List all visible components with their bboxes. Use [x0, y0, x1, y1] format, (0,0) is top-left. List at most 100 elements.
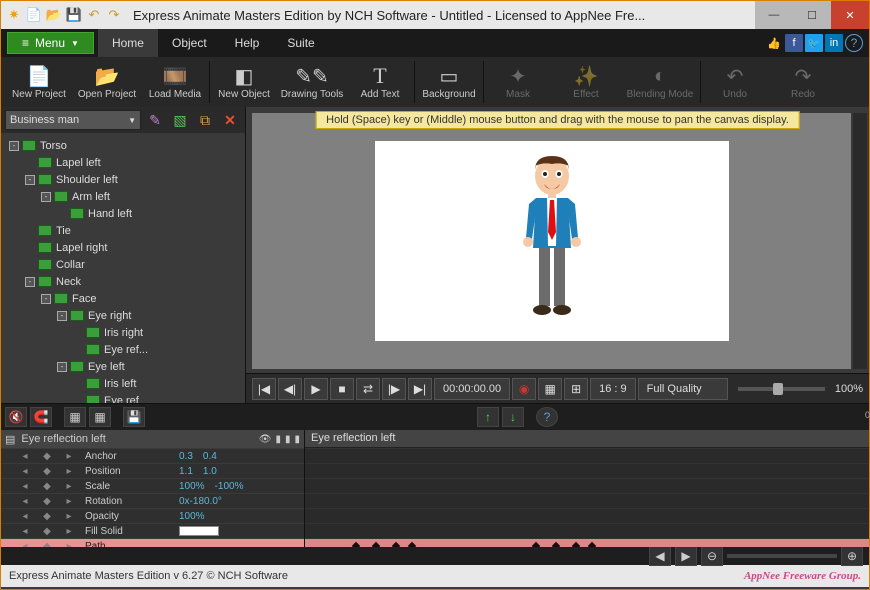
tl-moveup-icon[interactable]: ↑: [477, 407, 499, 427]
add-key-icon[interactable]: ◆: [41, 511, 53, 522]
grid-toggle[interactable]: ▦: [538, 378, 562, 400]
timeline-layer-header[interactable]: ▤ Eye reflection left 👁 ▮ ▮ ▮: [1, 430, 304, 448]
tree-toggle[interactable]: -: [9, 141, 19, 151]
timecode[interactable]: 00:00:00.00: [434, 378, 510, 400]
tl-color1-icon[interactable]: ▦: [64, 407, 86, 427]
window-minimize[interactable]: —: [755, 1, 793, 29]
prop-row[interactable]: ◂◆▸Rotation0x-180.0°: [1, 493, 304, 508]
tl-mute-icon[interactable]: 🔇: [5, 407, 27, 427]
tree-item[interactable]: -Eye right: [3, 307, 243, 324]
prop-value[interactable]: 1.0: [203, 466, 217, 477]
canvas[interactable]: [375, 141, 729, 341]
track-header[interactable]: Eye reflection left: [305, 430, 869, 448]
tree-toggle[interactable]: -: [25, 175, 35, 185]
next-key-icon[interactable]: ▸: [63, 481, 75, 492]
fill-swatch[interactable]: [179, 526, 219, 536]
menutab-home[interactable]: Home: [98, 29, 158, 57]
tree-item[interactable]: -Face: [3, 290, 243, 307]
tool-new-object[interactable]: ◧New Object: [210, 57, 278, 107]
layer-tree[interactable]: -TorsoLapel left-Shoulder left-Arm leftH…: [1, 133, 245, 403]
next-key-icon[interactable]: ▸: [63, 496, 75, 507]
prop-row[interactable]: ◂◆▸Anchor0.30.4: [1, 448, 304, 463]
goto-start-button[interactable]: |◀: [252, 378, 276, 400]
tree-toggle[interactable]: -: [41, 192, 51, 202]
tl-movedown-icon[interactable]: ↓: [502, 407, 524, 427]
tool-load-media[interactable]: 🎞️Load Media: [141, 57, 209, 107]
tool-new-project[interactable]: 📄New Project: [5, 57, 73, 107]
tree-toggle[interactable]: -: [25, 277, 35, 287]
add-key-icon[interactable]: ◆: [41, 451, 53, 462]
tree-item[interactable]: Lapel right: [3, 239, 243, 256]
qa-new-icon[interactable]: 📄: [25, 6, 43, 24]
prev-key-icon[interactable]: ◂: [19, 496, 31, 507]
lock-icon[interactable]: ▮: [275, 434, 281, 445]
add-key-icon[interactable]: ◆: [41, 481, 53, 492]
prop-value[interactable]: 100%: [179, 481, 205, 492]
tl-scroll-right[interactable]: ▶: [675, 546, 697, 566]
next-key-icon[interactable]: ▸: [63, 511, 75, 522]
shy-icon[interactable]: ▮: [294, 434, 300, 445]
tree-item[interactable]: Hand left: [3, 205, 243, 222]
tl-snap-icon[interactable]: 🧲: [30, 407, 52, 427]
prop-value[interactable]: 100%: [179, 511, 205, 522]
tl-color2-icon[interactable]: ▦: [89, 407, 111, 427]
stop-button[interactable]: ■: [330, 378, 354, 400]
prev-key-icon[interactable]: ◂: [19, 511, 31, 522]
prev-key-icon[interactable]: ◂: [19, 526, 31, 537]
window-close[interactable]: ✕: [831, 1, 869, 29]
safe-zone-toggle[interactable]: ⊞: [564, 378, 588, 400]
prev-key-icon[interactable]: ◂: [19, 451, 31, 462]
tl-scroll-left[interactable]: ◀: [649, 546, 671, 566]
menutab-object[interactable]: Object: [158, 29, 221, 57]
step-back-button[interactable]: ◀|: [278, 378, 302, 400]
sidebar-tool1-icon[interactable]: ✎: [144, 110, 166, 130]
qa-undo-icon[interactable]: ↶: [85, 6, 103, 24]
next-key-icon[interactable]: ▸: [63, 451, 75, 462]
sidebar-delete-icon[interactable]: ✕: [219, 110, 241, 130]
quality-dropdown[interactable]: Full Quality: [638, 378, 728, 400]
tree-item[interactable]: -Neck: [3, 273, 243, 290]
canvas-scroll-v[interactable]: [853, 113, 867, 369]
qa-save-icon[interactable]: 💾: [65, 6, 83, 24]
tree-item[interactable]: -Eye left: [3, 358, 243, 375]
tree-item[interactable]: Eye ref: [3, 392, 243, 403]
twitter-icon[interactable]: 🐦: [805, 34, 823, 52]
goto-end-button[interactable]: ▶|: [408, 378, 432, 400]
tl-help-icon[interactable]: ?: [536, 407, 558, 427]
tl-zoom-in-icon[interactable]: ⊕: [841, 546, 863, 566]
qa-redo-icon[interactable]: ↷: [105, 6, 123, 24]
add-key-icon[interactable]: ◆: [41, 526, 53, 537]
step-fwd-button[interactable]: |▶: [382, 378, 406, 400]
help-icon[interactable]: ?: [845, 34, 863, 52]
record-button[interactable]: ◉: [512, 378, 536, 400]
aspect-ratio[interactable]: 16 : 9: [590, 378, 636, 400]
tree-item[interactable]: -Arm left: [3, 188, 243, 205]
linkedin-icon[interactable]: in: [825, 34, 843, 52]
tree-item[interactable]: Iris right: [3, 324, 243, 341]
tl-save-icon[interactable]: 💾: [123, 407, 145, 427]
prop-value[interactable]: -100%: [215, 481, 244, 492]
prop-value[interactable]: 0.4: [203, 451, 217, 462]
prop-value[interactable]: 0.3: [179, 451, 193, 462]
prop-row[interactable]: ◂◆▸Path: [1, 538, 304, 547]
tl-zoom-slider[interactable]: [727, 554, 837, 558]
prev-key-icon[interactable]: ◂: [19, 466, 31, 477]
play-button[interactable]: ▶: [304, 378, 328, 400]
tree-item[interactable]: Collar: [3, 256, 243, 273]
prev-key-icon[interactable]: ◂: [19, 481, 31, 492]
tree-toggle[interactable]: -: [57, 362, 67, 372]
tree-item[interactable]: Eye ref...: [3, 341, 243, 358]
tree-item[interactable]: -Shoulder left: [3, 171, 243, 188]
qa-open-icon[interactable]: 📂: [45, 6, 63, 24]
window-maximize[interactable]: ☐: [793, 1, 831, 29]
solo-icon[interactable]: ▮: [285, 434, 291, 445]
canvas-viewport[interactable]: [252, 113, 851, 369]
tl-expand-icon[interactable]: ▤: [5, 433, 15, 446]
tool-open-project[interactable]: 📂Open Project: [73, 57, 141, 107]
next-key-icon[interactable]: ▸: [63, 466, 75, 477]
visibility-icon[interactable]: 👁: [259, 434, 272, 445]
add-key-icon[interactable]: ◆: [41, 496, 53, 507]
tl-zoom-out-icon[interactable]: ⊖: [701, 546, 723, 566]
tool-add-text[interactable]: TAdd Text: [346, 57, 414, 107]
prop-row[interactable]: ◂◆▸Opacity100%: [1, 508, 304, 523]
